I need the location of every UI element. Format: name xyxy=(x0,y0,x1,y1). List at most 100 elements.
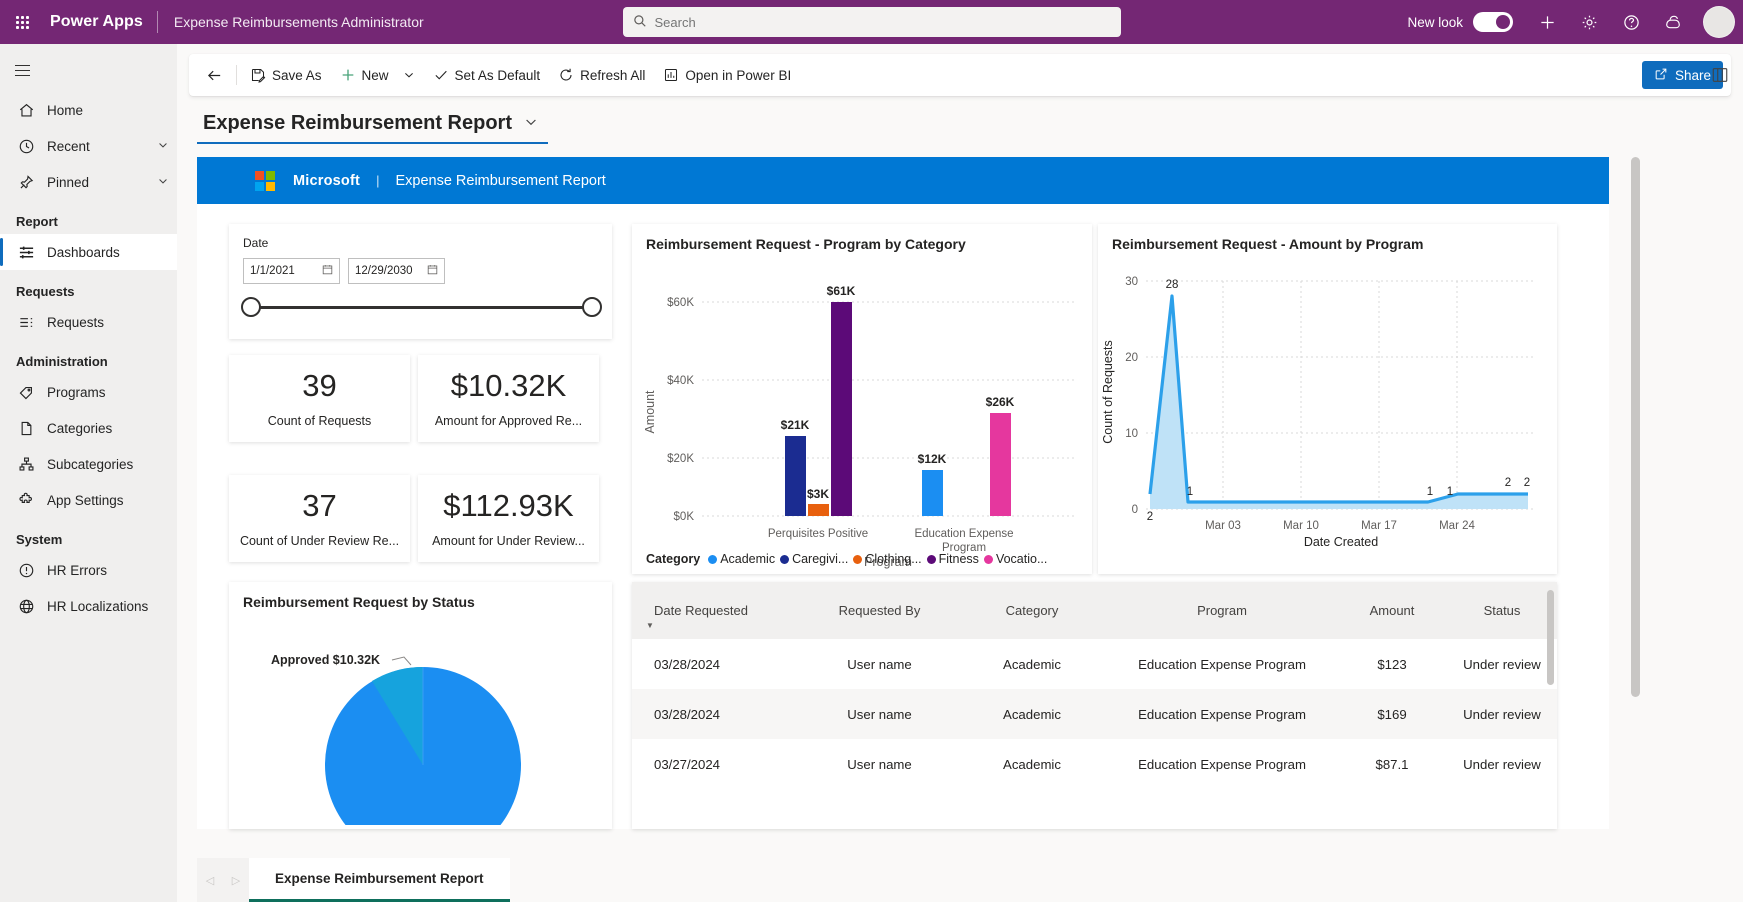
command-separator xyxy=(236,65,237,85)
new-label: New xyxy=(361,67,389,83)
column-header-status[interactable]: Status xyxy=(1447,582,1557,639)
waffle-icon[interactable] xyxy=(0,0,44,44)
plus-icon[interactable] xyxy=(1527,2,1567,42)
slider-handle-start[interactable] xyxy=(241,297,261,317)
date-slicer-tile[interactable]: Date 1/1/2021 12/29/2030 xyxy=(229,224,612,339)
slider-handle-end[interactable] xyxy=(582,297,602,317)
cell-date: 03/28/2024 xyxy=(654,706,721,722)
date-end-input[interactable]: 12/29/2030 xyxy=(348,258,445,284)
chevron-down-icon[interactable] xyxy=(524,115,538,132)
sidebar-item-programs[interactable]: Programs xyxy=(0,374,177,410)
kpi-card-amount-under-review[interactable]: $112.93K Amount for Under Review... xyxy=(418,475,599,562)
sidebar-item-label: HR Localizations xyxy=(47,598,149,614)
report-page-tab[interactable]: Expense Reimbursement Report xyxy=(249,858,510,902)
puzzle-icon xyxy=(16,490,36,510)
sidebar-item-label: Programs xyxy=(47,384,106,400)
sidebar-group-requests: Requests xyxy=(16,284,75,299)
sidebar-item-dashboards[interactable]: Dashboards xyxy=(0,234,177,270)
sidebar-item-home[interactable]: Home xyxy=(0,92,177,128)
report-title-dropdown[interactable]: Expense Reimbursement Report xyxy=(197,110,548,144)
kpi-value: 37 xyxy=(302,487,337,523)
table-row[interactable]: 03/27/2024 User name Academic Education … xyxy=(632,739,1557,789)
sidebar-item-label: HR Errors xyxy=(47,562,107,578)
save-as-button[interactable]: Save As xyxy=(241,59,331,91)
chevron-down-icon[interactable] xyxy=(157,139,169,154)
sort-descending-icon[interactable]: ▼ xyxy=(646,621,654,630)
calendar-icon[interactable] xyxy=(322,264,333,278)
edit-columns-icon[interactable] xyxy=(1711,66,1729,87)
search-input[interactable] xyxy=(654,14,1111,30)
svg-text:$20K: $20K xyxy=(667,453,694,465)
legend-label: Clothing... xyxy=(865,552,922,566)
sidebar-item-label: Subcategories xyxy=(47,456,134,472)
sidebar-item-categories[interactable]: Categories xyxy=(0,410,177,446)
svg-text:Education Expense: Education Expense xyxy=(914,528,1013,540)
copilot-icon[interactable] xyxy=(1653,2,1693,42)
calendar-icon[interactable] xyxy=(427,264,438,278)
chevron-down-icon[interactable] xyxy=(157,175,169,190)
save-as-icon xyxy=(250,67,266,83)
sidebar-item-requests[interactable]: Requests xyxy=(0,304,177,340)
legend-item[interactable]: Fitness xyxy=(926,552,979,566)
table-scrollbar[interactable] xyxy=(1547,588,1554,823)
sidebar-item-app-settings[interactable]: App Settings xyxy=(0,482,177,518)
column-header-date-requested[interactable]: Date Requested ▼ xyxy=(632,582,802,639)
legend-item[interactable]: Academic xyxy=(708,552,775,566)
legend-label: Vocatio... xyxy=(995,552,1048,566)
avatar[interactable] xyxy=(1703,6,1735,38)
column-header-requested-by[interactable]: Requested By xyxy=(802,582,957,639)
area-chart-tile[interactable]: Reimbursement Request - Amount by Progra… xyxy=(1098,224,1557,574)
sidebar-item-hr-localizations[interactable]: HR Localizations xyxy=(0,588,177,624)
new-look-toggle[interactable] xyxy=(1473,12,1513,32)
refresh-all-button[interactable]: Refresh All xyxy=(549,59,654,91)
brand-title[interactable]: Power Apps xyxy=(44,13,157,31)
gear-icon[interactable] xyxy=(1569,2,1609,42)
back-button[interactable] xyxy=(197,59,232,91)
date-range-slider[interactable] xyxy=(241,297,602,317)
sidebar-item-subcategories[interactable]: Subcategories xyxy=(0,446,177,482)
sidebar-item-recent[interactable]: Recent xyxy=(0,128,177,164)
sidebar-group-system: System xyxy=(16,532,63,547)
column-header-amount[interactable]: Amount xyxy=(1337,582,1447,639)
legend-item[interactable]: Vocatio... xyxy=(983,552,1048,566)
svg-text:2: 2 xyxy=(1147,511,1153,523)
legend-item[interactable]: Clothing... xyxy=(853,552,922,566)
set-as-default-button[interactable]: Set As Default xyxy=(424,59,550,91)
svg-text:Mar 03: Mar 03 xyxy=(1205,520,1241,532)
sidebar-item-pinned[interactable]: Pinned xyxy=(0,164,177,200)
data-table-tile[interactable]: Date Requested ▼ Requested By Category P… xyxy=(632,582,1557,829)
search-box[interactable] xyxy=(622,7,1121,37)
new-button[interactable]: New xyxy=(331,59,424,91)
open-in-power-bi-button[interactable]: Open in Power BI xyxy=(654,59,800,91)
sidebar-item-hr-errors[interactable]: HR Errors xyxy=(0,552,177,588)
question-icon[interactable] xyxy=(1611,2,1651,42)
pin-icon xyxy=(16,172,36,192)
column-header-category[interactable]: Category xyxy=(957,582,1107,639)
svg-text:Mar 10: Mar 10 xyxy=(1283,520,1319,532)
cell-category: Academic xyxy=(1003,656,1061,672)
new-look-switch[interactable]: New look xyxy=(1407,12,1513,32)
legend-item[interactable]: Caregivi... xyxy=(780,552,848,566)
canvas-scrollbar[interactable] xyxy=(1631,157,1640,829)
chevron-left-icon[interactable]: ◁ xyxy=(197,858,223,902)
pie-chart-tile[interactable]: Reimbursement Request by Status Approved… xyxy=(229,582,612,829)
bar-chart-tile[interactable]: Reimbursement Request - Program by Categ… xyxy=(632,224,1092,574)
chevron-right-icon[interactable]: ▷ xyxy=(223,858,249,902)
table-row[interactable]: 03/28/2024 User name Academic Education … xyxy=(632,639,1557,689)
kpi-card-amount-approved[interactable]: $10.32K Amount for Approved Re... xyxy=(418,355,599,442)
date-range-inputs: 1/1/2021 12/29/2030 xyxy=(229,250,612,284)
hamburger-icon[interactable] xyxy=(0,48,44,92)
svg-text:30: 30 xyxy=(1125,276,1138,288)
legend-title: Category xyxy=(646,552,701,566)
svg-text:0: 0 xyxy=(1132,504,1138,516)
kpi-card-count-of-requests[interactable]: 39 Count of Requests xyxy=(229,355,410,442)
app-shell: Home Recent Pinned Report Dashboards Req… xyxy=(0,44,1743,902)
table-row[interactable]: 03/28/2024 User name Academic Education … xyxy=(632,689,1557,739)
column-header-program[interactable]: Program xyxy=(1107,582,1337,639)
cell-user: User name xyxy=(847,756,912,772)
chevron-down-icon[interactable] xyxy=(403,69,415,81)
kpi-card-count-under-review[interactable]: 37 Count of Under Review Re... xyxy=(229,475,410,562)
svg-text:10: 10 xyxy=(1125,428,1138,440)
date-start-input[interactable]: 1/1/2021 xyxy=(243,258,340,284)
alert-icon xyxy=(16,560,36,580)
